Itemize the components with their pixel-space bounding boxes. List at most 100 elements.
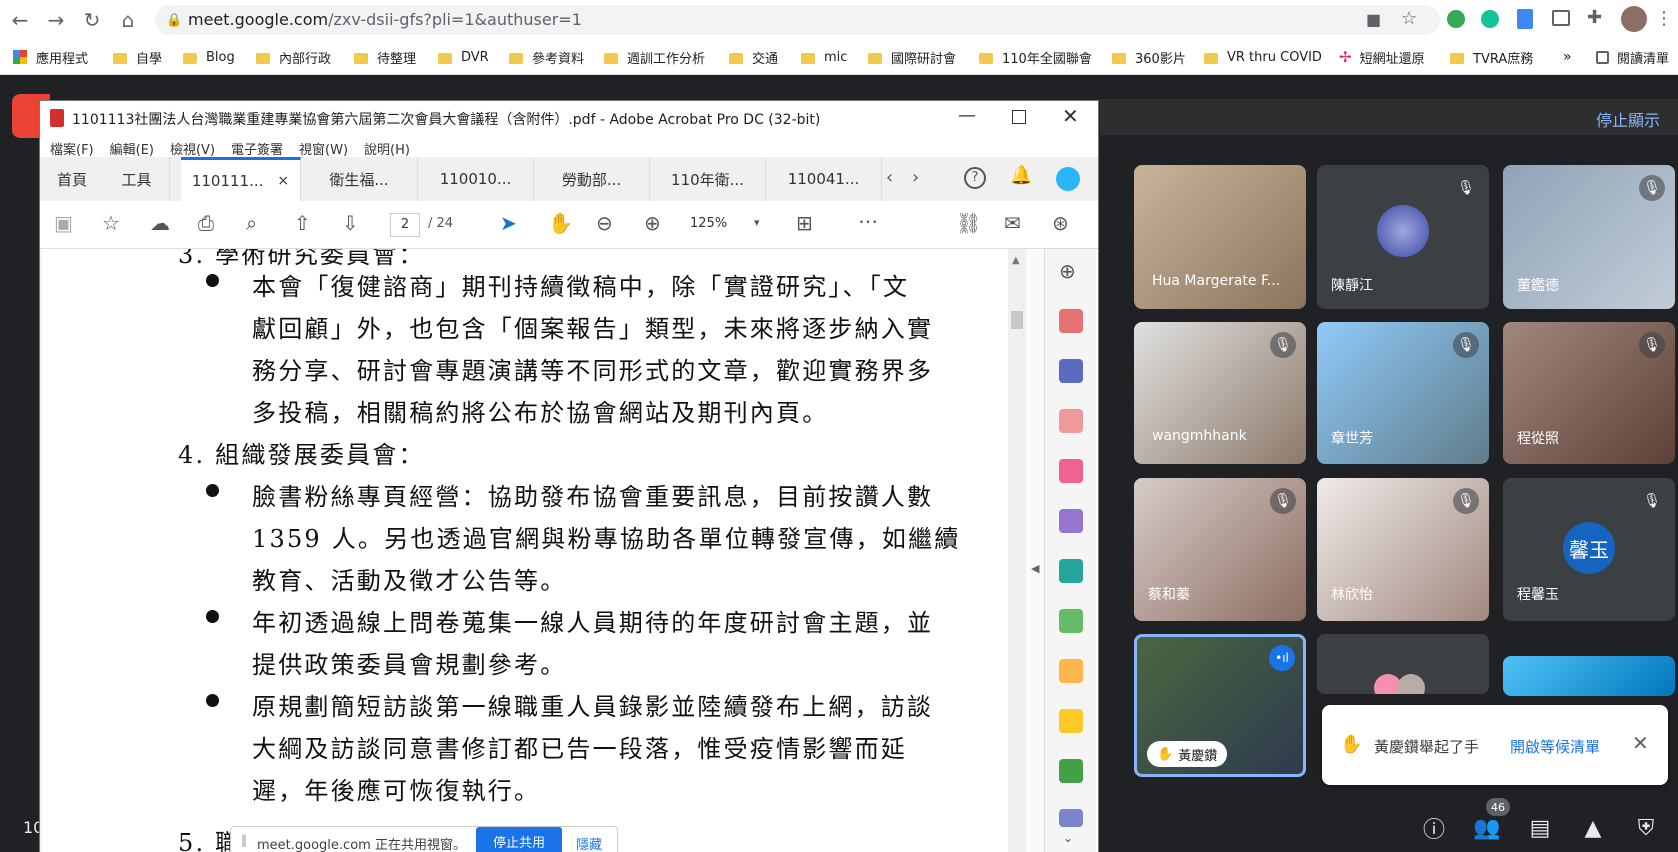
screenshot-icon[interactable] [1552, 10, 1570, 26]
bookmark-folder[interactable]: Blog [183, 47, 235, 67]
participant-tile[interactable]: 🎙 蔡和蓁 [1134, 478, 1306, 621]
next-page-icon[interactable]: ⇩ [342, 211, 359, 235]
tab-document[interactable]: 勞動部... [534, 157, 650, 201]
prev-page-icon[interactable]: ⇧ [294, 211, 311, 235]
evernote-icon[interactable] [1447, 10, 1465, 28]
close-window-icon[interactable]: ✕ [1062, 104, 1079, 128]
tab-document[interactable]: 110010... [418, 157, 534, 201]
participant-tile[interactable]: Hua Margerate F... [1134, 165, 1306, 309]
activities-icon[interactable]: ▲ [1577, 812, 1609, 844]
vertical-scrollbar[interactable]: ▲ [1008, 249, 1026, 852]
maximize-icon[interactable] [1012, 110, 1026, 124]
stop-presenting-button[interactable]: 停止顯示 [1596, 107, 1660, 131]
bookmark-folder[interactable]: VR thru COVID [1204, 47, 1322, 67]
tab-document[interactable]: 110年衛... [650, 157, 766, 201]
send-for-signature-icon[interactable] [1059, 559, 1083, 583]
help-icon[interactable]: ? [964, 167, 986, 189]
chevron-down-icon[interactable]: ▾ [754, 216, 760, 229]
participant-tile[interactable]: 🎙 程從照 [1503, 322, 1675, 464]
chevron-right-icon[interactable]: › [912, 167, 919, 188]
menu-file[interactable]: 檔案(F) [50, 143, 94, 158]
participant-tile[interactable]: 🎙 林欣怡 [1317, 478, 1489, 621]
tab-tools[interactable]: 工具 [104, 157, 170, 201]
camera-icon[interactable]: ■ [1366, 10, 1381, 29]
combine-files-icon[interactable] [1059, 659, 1083, 683]
forward-icon[interactable]: → [42, 6, 70, 34]
menu-help[interactable]: 說明(H) [364, 143, 410, 158]
tab-close-icon[interactable]: × [277, 173, 289, 189]
add-user-icon[interactable]: ⊛ [1052, 211, 1069, 235]
bookmark-folder[interactable]: 待整理 [354, 47, 416, 67]
bookmark-apps[interactable]: 應用程式 [13, 47, 88, 67]
menu-view[interactable]: 檢視(V) [170, 143, 215, 158]
create-pdf-icon[interactable] [1059, 309, 1083, 333]
people-icon[interactable]: 👥 [1471, 812, 1503, 844]
bookmark-folder[interactable]: mic [801, 47, 847, 67]
scroll-up-icon[interactable]: ▲ [1012, 255, 1020, 266]
comment-icon[interactable] [1059, 709, 1083, 733]
lock-icon[interactable]: 🔒 [166, 13, 182, 28]
compare-icon[interactable] [1059, 609, 1083, 633]
participant-tile-group[interactable] [1317, 634, 1489, 694]
organize-pages-icon[interactable] [1059, 409, 1083, 433]
print-production-icon[interactable] [1059, 759, 1083, 783]
menu-icon[interactable]: ⋮ [1655, 8, 1673, 29]
bookmark-folder[interactable]: DVR [438, 47, 489, 67]
participant-tile[interactable]: 🎙 章世芳 [1317, 322, 1489, 464]
page-number-input[interactable]: 2 [390, 213, 420, 237]
zoom-out-icon[interactable]: ⊖ [596, 211, 613, 235]
tab-document-active[interactable]: 110111... × [181, 157, 301, 201]
select-cursor-icon[interactable]: ➤ [500, 211, 517, 235]
print-icon[interactable]: ⎙ [198, 211, 214, 235]
fit-page-icon[interactable]: ⊞ [796, 211, 813, 235]
upload-icon[interactable]: ☁ [150, 211, 170, 235]
protect-icon[interactable] [1059, 809, 1083, 827]
bookmark-folder[interactable]: 110年全國聯會 [979, 47, 1092, 67]
fill-sign-icon[interactable] [1059, 509, 1083, 533]
grammarly-icon[interactable] [1481, 10, 1499, 28]
save-icon[interactable]: ▣ [54, 211, 73, 235]
account-icon[interactable] [1056, 167, 1080, 191]
star-icon[interactable]: ☆ [102, 211, 120, 235]
tab-home[interactable]: 首頁 [40, 157, 104, 201]
share-link-icon[interactable]: ⛓ [956, 211, 981, 235]
more-tools-icon[interactable]: ⋯ [858, 209, 878, 233]
tab-document[interactable]: 110041... [766, 157, 882, 201]
participant-tile[interactable]: 🎙 wangmhhank [1134, 322, 1306, 464]
chevron-left-icon[interactable]: ‹ [886, 167, 893, 188]
bookmark-folder[interactable]: 國際研討會 [868, 47, 956, 67]
participant-tile[interactable]: 🎙 陳靜江 [1317, 165, 1489, 309]
bookmark-folder[interactable]: 內部行政 [256, 47, 331, 67]
collapse-right-panel-icon[interactable]: ◀ [1031, 562, 1039, 575]
tab-document[interactable]: 衛生福... [301, 157, 418, 201]
bell-icon[interactable]: 🔔 [1010, 165, 1032, 186]
bookmark-folder[interactable]: 參考資料 [509, 47, 584, 67]
reload-icon[interactable]: ↻ [78, 6, 106, 34]
bookmark-folder[interactable]: 自學 [113, 47, 162, 67]
back-icon[interactable]: ← [6, 6, 34, 34]
participant-tile[interactable]: 馨玉 🎙 程馨玉 [1503, 478, 1675, 621]
menu-esign[interactable]: 電子簽署 [231, 143, 283, 158]
bookmark-link[interactable]: ✢ 短網址還原 [1339, 47, 1425, 67]
hide-button[interactable]: 隱藏 [576, 834, 602, 852]
menu-window[interactable]: 視窗(W) [299, 143, 348, 158]
export-pdf-icon[interactable] [1059, 359, 1083, 383]
email-icon[interactable]: ✉ [1004, 211, 1021, 235]
open-queue-button[interactable]: 開啟等候清單 [1510, 736, 1600, 757]
zoom-in-icon[interactable]: ⊕ [644, 211, 661, 235]
minimize-icon[interactable]: — [958, 105, 976, 126]
bookmark-folder[interactable]: 週訓工作分析 [604, 47, 705, 67]
participant-tile[interactable]: 🎙 董鑑德 [1503, 165, 1675, 309]
menu-edit[interactable]: 編輯(E) [110, 143, 154, 158]
zoom-icon[interactable]: ⊕ [1059, 259, 1083, 283]
bookmark-folder[interactable]: TVRA庶務 [1450, 47, 1533, 67]
chevron-down-icon[interactable]: ⌄ [1063, 831, 1073, 845]
close-icon[interactable]: ✕ [1632, 731, 1649, 755]
bookmark-folder[interactable]: 交通 [729, 47, 778, 67]
home-icon[interactable]: ⌂ [114, 6, 142, 34]
reading-list[interactable]: 閱讀清單 [1596, 47, 1669, 67]
participant-tile-speaking[interactable]: •ıl ✋ 黃慶鑽 [1134, 634, 1306, 777]
participant-tile[interactable] [1503, 656, 1675, 696]
star-icon[interactable]: ☆ [1401, 8, 1417, 29]
host-controls-icon[interactable]: ⛨ [1630, 812, 1662, 844]
